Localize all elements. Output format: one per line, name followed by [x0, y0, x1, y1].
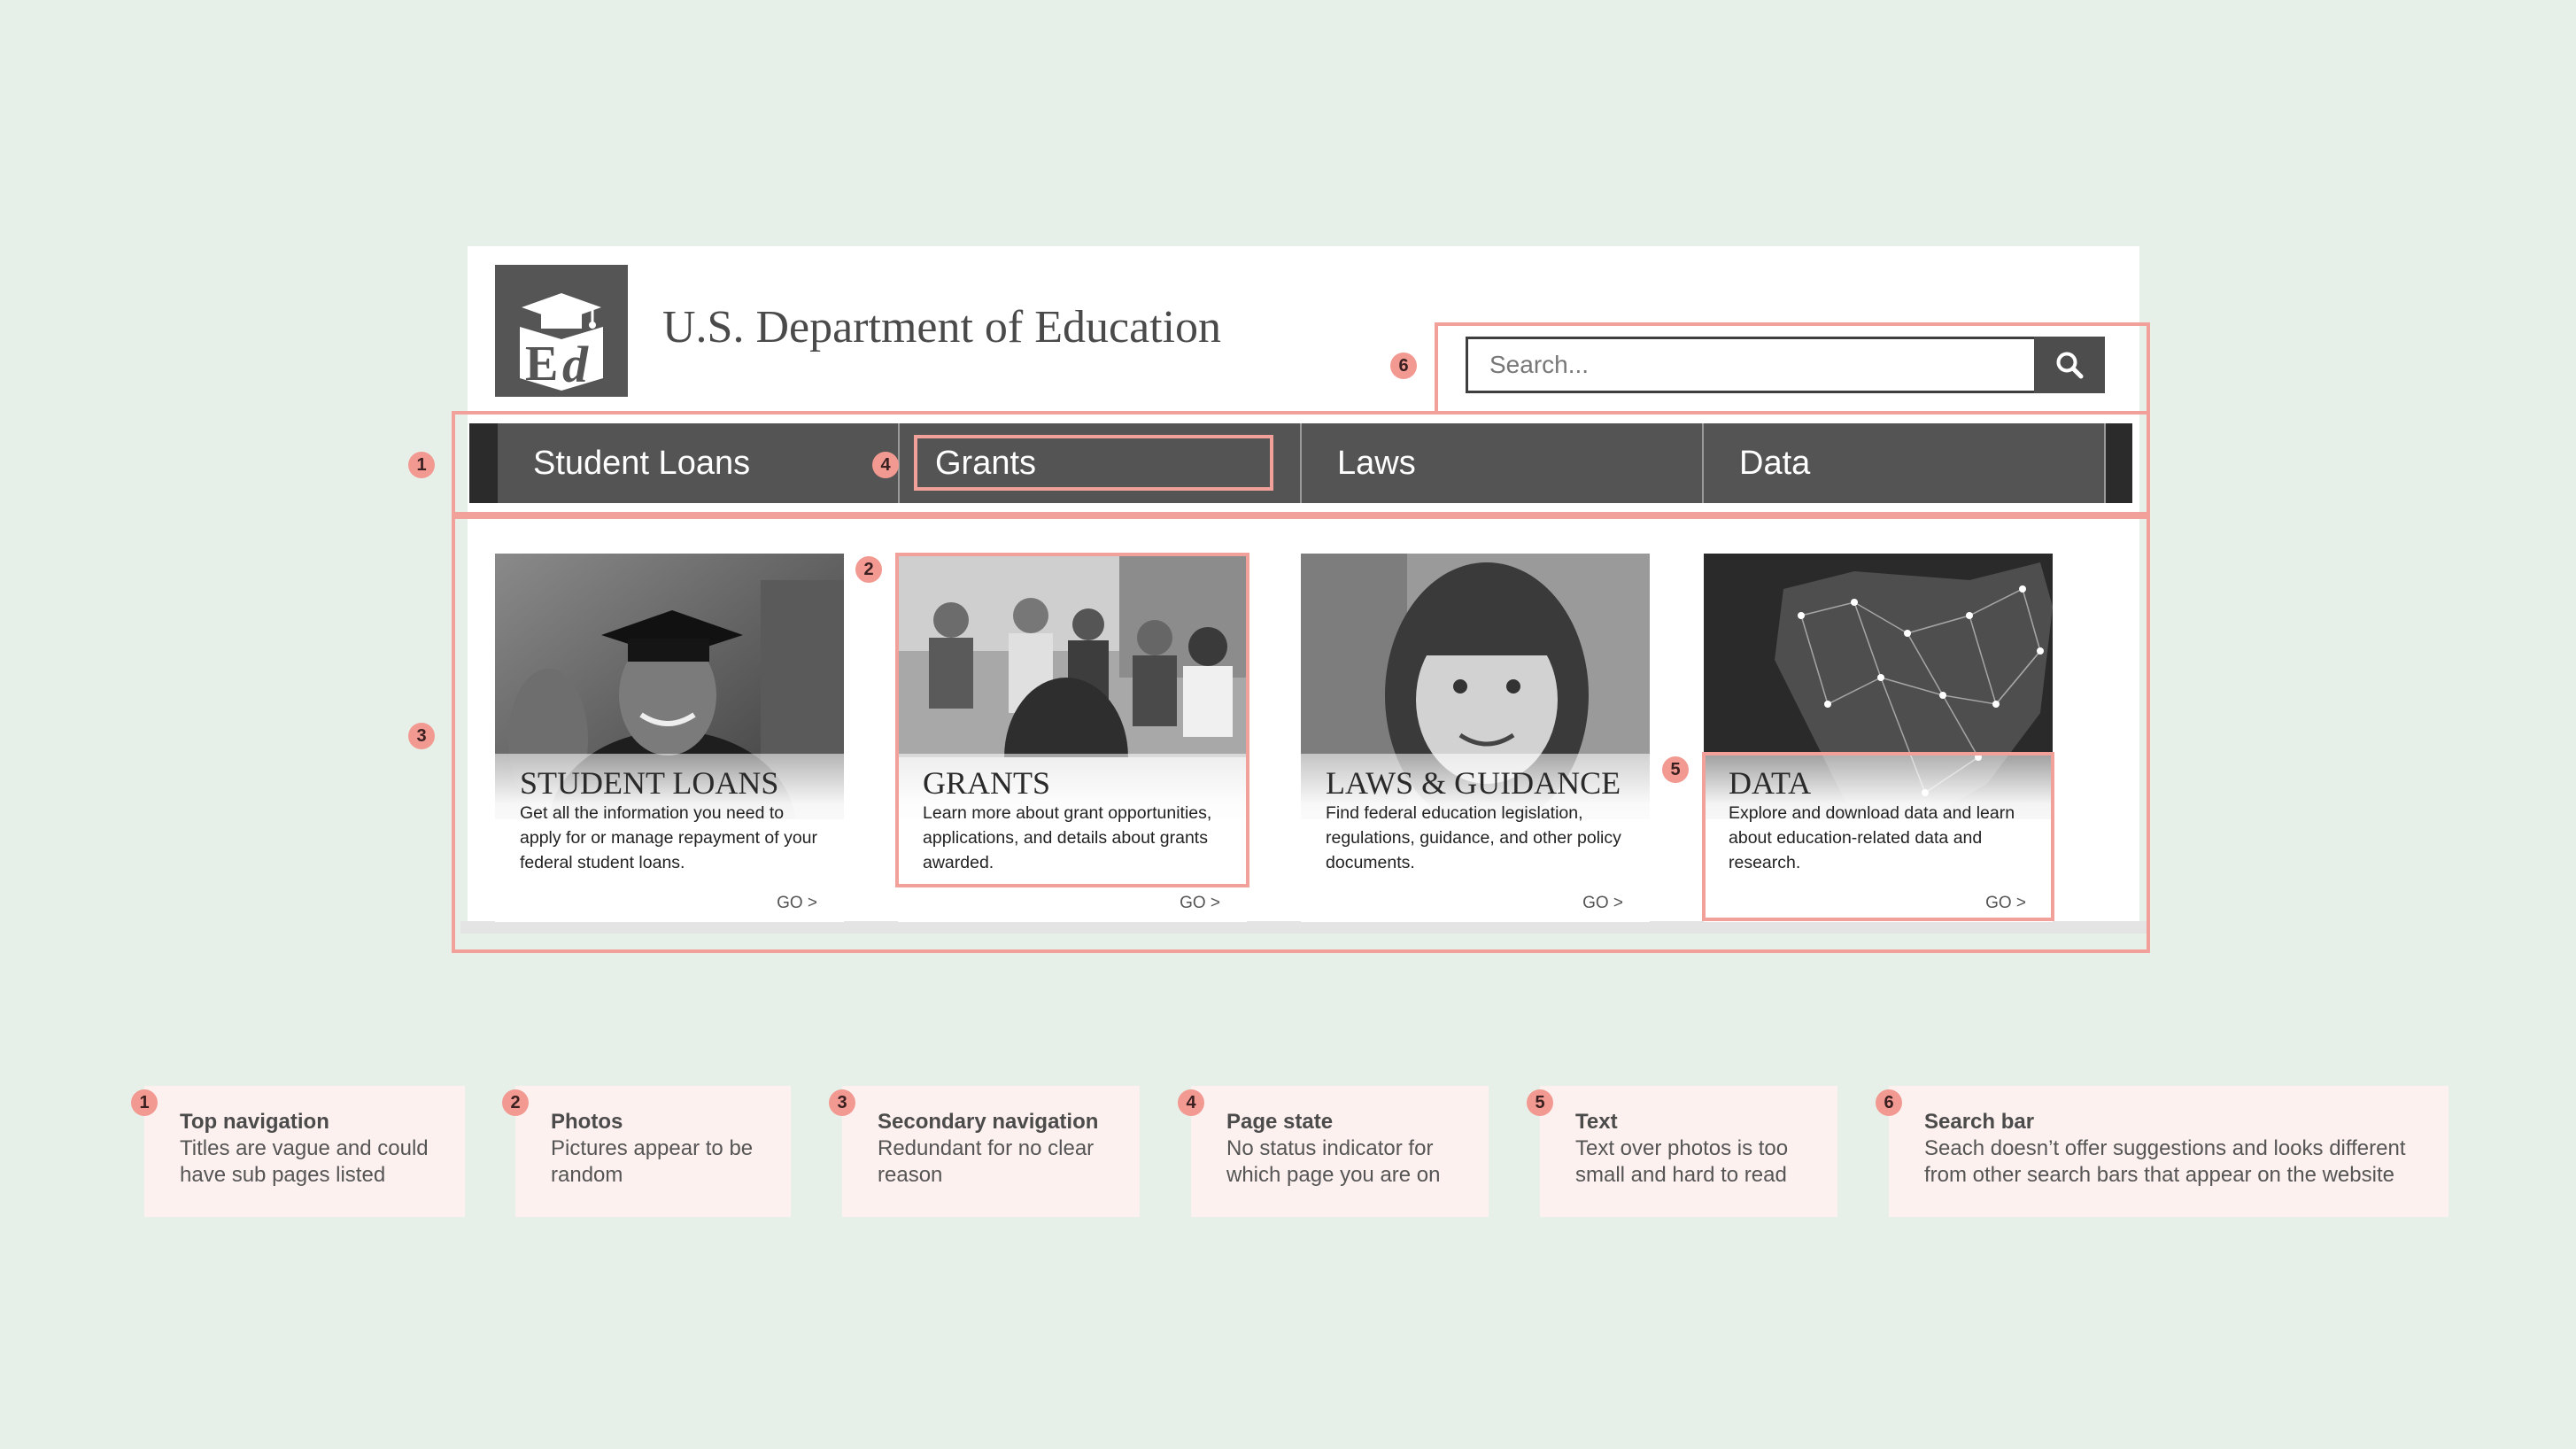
note-title: Search bar: [1924, 1110, 2035, 1134]
note-secondary-navigation: Secondary navigation Redundant for no cl…: [842, 1086, 1140, 1217]
site-title: U.S. Department of Education: [662, 302, 1222, 353]
note-title: Top navigation: [180, 1110, 329, 1134]
highlight-text: [1702, 752, 2054, 921]
note-badge-4: 4: [1178, 1089, 1204, 1116]
note-badge-3: 3: [829, 1089, 855, 1116]
note-photos: Photos Pictures appear to be random: [515, 1086, 791, 1217]
note-search-bar: Search bar Seach doesn’t offer suggestio…: [1889, 1086, 2448, 1217]
note-top-navigation: Top navigation Titles are vague and coul…: [144, 1086, 465, 1217]
note-badge-6: 6: [1876, 1089, 1902, 1116]
note-body: Seach doesn’t offer suggestions and look…: [1924, 1136, 2406, 1187]
svg-text:d: d: [562, 336, 589, 393]
highlight-search-bar: [1435, 322, 2150, 415]
note-body: Pictures appear to be random: [551, 1136, 754, 1187]
badge-3: 3: [408, 723, 435, 749]
note-badge-2: 2: [502, 1089, 529, 1116]
note-body: Text over photos is too small and hard t…: [1575, 1136, 1789, 1187]
svg-text:E: E: [525, 337, 558, 391]
note-body: Redundant for no clear reason: [878, 1136, 1095, 1187]
note-badge-1: 1: [131, 1089, 158, 1116]
note-page-state: Page state No status indicator for which…: [1191, 1086, 1489, 1217]
badge-5: 5: [1662, 756, 1689, 783]
note-title: Photos: [551, 1110, 623, 1134]
badge-2: 2: [855, 556, 882, 583]
badge-6: 6: [1390, 353, 1417, 379]
note-title: Text: [1575, 1110, 1618, 1134]
highlight-top-navigation: [452, 411, 2150, 515]
note-body: No status indicator for which page you a…: [1226, 1136, 1441, 1187]
note-title: Secondary navigation: [878, 1110, 1099, 1134]
highlight-photos: [895, 553, 1249, 887]
note-title: Page state: [1226, 1110, 1334, 1134]
highlight-page-state: [914, 435, 1273, 491]
badge-1: 1: [408, 452, 435, 478]
note-body: Titles are vague and could have sub page…: [180, 1136, 429, 1187]
note-badge-5: 5: [1527, 1089, 1553, 1116]
ed-logo-icon[interactable]: E d: [495, 265, 628, 397]
badge-4: 4: [872, 452, 899, 478]
note-text: Text Text over photos is too small and h…: [1540, 1086, 1837, 1217]
